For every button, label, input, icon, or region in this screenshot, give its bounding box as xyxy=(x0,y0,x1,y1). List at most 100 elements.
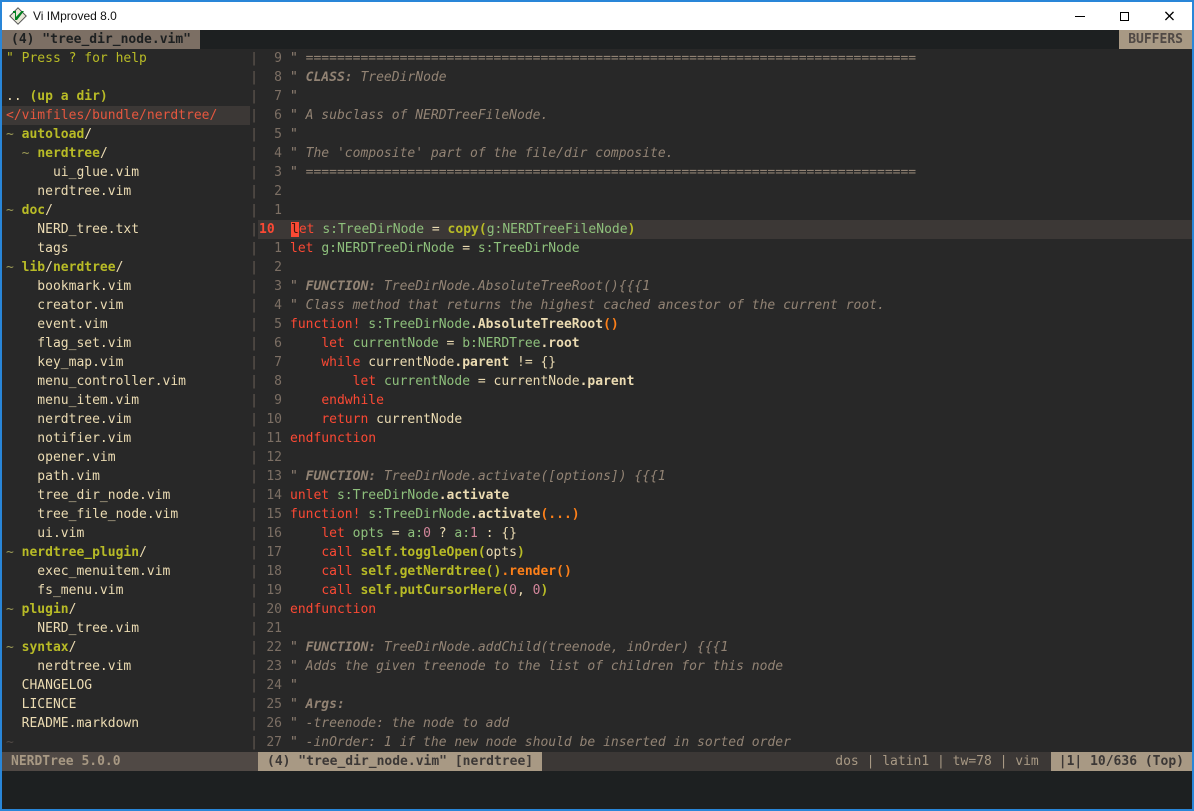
code-line[interactable]: 11endfunction xyxy=(258,429,1192,448)
line-number: 1 xyxy=(258,239,290,258)
code-line[interactable]: 16 let opts = a:0 ? a:1 : {} xyxy=(258,524,1192,543)
tree-item[interactable]: ~ xyxy=(2,733,250,752)
code-line[interactable]: 5function! s:TreeDirNode.AbsoluteTreeRoo… xyxy=(258,315,1192,334)
tree-item[interactable]: CHANGELOG xyxy=(2,676,250,695)
tree-item[interactable]: notifier.vim xyxy=(2,429,250,448)
tree-item[interactable]: ui.vim xyxy=(2,524,250,543)
tree-item[interactable]: tree_dir_node.vim xyxy=(2,486,250,505)
tree-item[interactable]: menu_controller.vim xyxy=(2,372,250,391)
code-line[interactable]: 22" FUNCTION: TreeDirNode.addChild(treen… xyxy=(258,638,1192,657)
code-line[interactable]: 10 return currentNode xyxy=(258,410,1192,429)
code-line[interactable]: 1let g:NERDTreeDirNode = s:TreeDirNode xyxy=(258,239,1192,258)
tree-item[interactable]: tags xyxy=(2,239,250,258)
tree-item[interactable]: event.vim xyxy=(2,315,250,334)
close-button[interactable]: × xyxy=(1147,2,1192,30)
tree-item[interactable]: nerdtree.vim xyxy=(2,657,250,676)
code-line[interactable]: 7" xyxy=(258,87,1192,106)
code-line[interactable]: 17 call self.toggleOpen(opts) xyxy=(258,543,1192,562)
code-text: call self.putCursorHere(0, 0) xyxy=(290,581,1192,600)
tree-item[interactable]: menu_item.vim xyxy=(2,391,250,410)
tree-item[interactable]: key_map.vim xyxy=(2,353,250,372)
code-line[interactable]: 14unlet s:TreeDirNode.activate xyxy=(258,486,1192,505)
code-line[interactable]: 19 call self.putCursorHere(0, 0) xyxy=(258,581,1192,600)
maximize-icon xyxy=(1120,12,1129,21)
code-line[interactable]: 20endfunction xyxy=(258,600,1192,619)
code-line[interactable]: 8" CLASS: TreeDirNode xyxy=(258,68,1192,87)
code-line[interactable]: 4" Class method that returns the highest… xyxy=(258,296,1192,315)
tree-item[interactable]: ~ lib/nerdtree/ xyxy=(2,258,250,277)
tree-item[interactable]: NERD_tree.txt xyxy=(2,220,250,239)
code-line[interactable]: 9 endwhile xyxy=(258,391,1192,410)
tree-item[interactable]: README.markdown xyxy=(2,714,250,733)
code-line[interactable]: 23" Adds the given treenode to the list … xyxy=(258,657,1192,676)
code-line[interactable]: 27" -inOrder: 1 if the new node should b… xyxy=(258,733,1192,752)
tree-item[interactable]: flag_set.vim xyxy=(2,334,250,353)
line-number: 1 xyxy=(258,201,290,220)
tree-item[interactable]: bookmark.vim xyxy=(2,277,250,296)
code-line[interactable]: 8 let currentNode = currentNode.parent xyxy=(258,372,1192,391)
tree-item[interactable]: ~ plugin/ xyxy=(2,600,250,619)
line-number: 22 xyxy=(258,638,290,657)
code-line[interactable]: 25" Args: xyxy=(258,695,1192,714)
minimize-button[interactable] xyxy=(1057,2,1102,30)
code-line[interactable]: 15function! s:TreeDirNode.activate(...) xyxy=(258,505,1192,524)
tree-item[interactable] xyxy=(2,68,250,87)
tree-item[interactable]: </vimfiles/bundle/nerdtree/ xyxy=(2,106,250,125)
code-line[interactable]: 13" FUNCTION: TreeDirNode.activate([opti… xyxy=(258,467,1192,486)
tree-item[interactable]: ~ syntax/ xyxy=(2,638,250,657)
tree-item[interactable]: .. (up a dir) xyxy=(2,87,250,106)
code-line[interactable]: 1 xyxy=(258,201,1192,220)
code-line[interactable]: 12 xyxy=(258,448,1192,467)
code-text: let s:TreeDirNode = copy(g:NERDTreeFileN… xyxy=(291,220,1192,239)
code-text: call self.toggleOpen(opts) xyxy=(290,543,1192,562)
line-number: 3 xyxy=(258,163,290,182)
tree-item[interactable]: nerdtree.vim xyxy=(2,410,250,429)
tree-item[interactable]: LICENCE xyxy=(2,695,250,714)
vertical-split[interactable]: | | | | | | | | | | | | | | | | | | | | … xyxy=(250,49,258,752)
code-line[interactable]: 24" xyxy=(258,676,1192,695)
code-line[interactable]: 3" =====================================… xyxy=(258,163,1192,182)
code-text: " -treenode: the node to add xyxy=(290,714,1192,733)
code-line[interactable]: 10let s:TreeDirNode = copy(g:NERDTreeFil… xyxy=(258,220,1192,239)
tree-item[interactable]: " Press ? for help xyxy=(2,49,250,68)
tree-item[interactable]: nerdtree.vim xyxy=(2,182,250,201)
tree-item[interactable]: NERD_tree.vim xyxy=(2,619,250,638)
code-line[interactable]: 4" The 'composite' part of the file/dir … xyxy=(258,144,1192,163)
minimize-icon xyxy=(1075,16,1085,17)
line-number: 27 xyxy=(258,733,290,752)
code-line[interactable]: 5" xyxy=(258,125,1192,144)
code-line[interactable]: 6" A subclass of NERDTreeFileNode. xyxy=(258,106,1192,125)
code-line[interactable]: 18 call self.getNerdtree().render() xyxy=(258,562,1192,581)
tree-item[interactable]: creator.vim xyxy=(2,296,250,315)
window-title: Vi IMproved 8.0 xyxy=(33,9,1057,23)
tree-item[interactable]: ~ autoload/ xyxy=(2,125,250,144)
tree-item[interactable]: tree_file_node.vim xyxy=(2,505,250,524)
code-line[interactable]: 3" FUNCTION: TreeDirNode.AbsoluteTreeRoo… xyxy=(258,277,1192,296)
code-line[interactable]: 2 xyxy=(258,258,1192,277)
line-number: 8 xyxy=(258,68,290,87)
tree-item[interactable]: ui_glue.vim xyxy=(2,163,250,182)
maximize-button[interactable] xyxy=(1102,2,1147,30)
code-text xyxy=(290,619,1192,638)
code-line[interactable]: 21 xyxy=(258,619,1192,638)
tree-item[interactable]: opener.vim xyxy=(2,448,250,467)
code-line[interactable]: 2 xyxy=(258,182,1192,201)
code-line[interactable]: 7 while currentNode.parent != {} xyxy=(258,353,1192,372)
code-line[interactable]: 26" -treenode: the node to add xyxy=(258,714,1192,733)
statusline-position: |1| 10/636 (Top) xyxy=(1051,752,1192,771)
tree-item[interactable]: path.vim xyxy=(2,467,250,486)
tree-item[interactable]: ~ nerdtree/ xyxy=(2,144,250,163)
tree-item[interactable]: ~ doc/ xyxy=(2,201,250,220)
tree-item[interactable]: ~ nerdtree_plugin/ xyxy=(2,543,250,562)
line-number: 13 xyxy=(258,467,290,486)
tree-item[interactable]: fs_menu.vim xyxy=(2,581,250,600)
line-number: 9 xyxy=(258,391,290,410)
code-line[interactable]: 6 let currentNode = b:NERDTree.root xyxy=(258,334,1192,353)
code-text: " Adds the given treenode to the list of… xyxy=(290,657,1192,676)
tree-item[interactable]: exec_menuitem.vim xyxy=(2,562,250,581)
command-line[interactable] xyxy=(2,771,1192,809)
tab-active-buffer[interactable]: (4) "tree_dir_node.vim" xyxy=(2,30,200,49)
tabline-fill xyxy=(200,30,1119,49)
code-text: " Class method that returns the highest … xyxy=(290,296,1192,315)
code-line[interactable]: 9" =====================================… xyxy=(258,49,1192,68)
